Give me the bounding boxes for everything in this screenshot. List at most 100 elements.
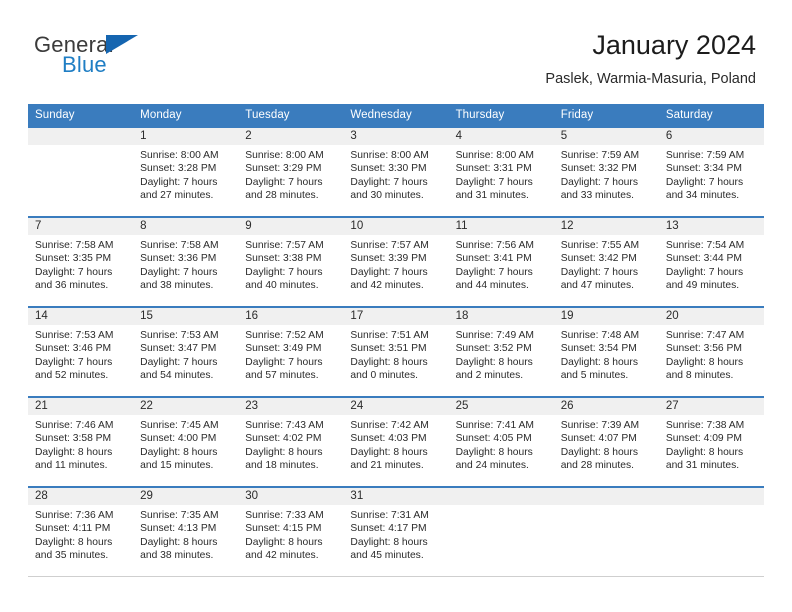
day-number (448, 488, 554, 505)
day-cell[interactable]: 9 Sunrise: 7:57 AM Sunset: 3:38 PM Dayli… (238, 216, 344, 307)
day-cell[interactable]: 30 Sunrise: 7:33 AM Sunset: 4:15 PM Dayl… (238, 486, 344, 577)
day-cell[interactable]: 26 Sunrise: 7:39 AM Sunset: 4:07 PM Dayl… (553, 396, 659, 487)
day-cell[interactable]: 15 Sunrise: 7:53 AM Sunset: 3:47 PM Dayl… (133, 306, 239, 397)
day-number: 24 (343, 398, 449, 415)
day-details: Sunrise: 8:00 AM Sunset: 3:28 PM Dayligh… (133, 145, 238, 203)
sunset-text: Sunset: 3:44 PM (665, 253, 742, 265)
day-number (553, 488, 659, 505)
daylight-text-line2: and 54 minutes. (140, 370, 214, 382)
day-cell[interactable]: 2 Sunrise: 8:00 AM Sunset: 3:29 PM Dayli… (238, 126, 344, 217)
daylight-text-line1: Daylight: 7 hours (245, 266, 323, 278)
calendar-page: General Blue January 2024 Paslek, Warmia… (0, 0, 792, 612)
day-cell[interactable]: 17 Sunrise: 7:51 AM Sunset: 3:51 PM Dayl… (343, 306, 449, 397)
sunset-text: Sunset: 3:35 PM (35, 253, 112, 265)
day-cell[interactable]: 13 Sunrise: 7:54 AM Sunset: 3:44 PM Dayl… (658, 216, 764, 307)
day-details: Sunrise: 7:48 AM Sunset: 3:54 PM Dayligh… (554, 325, 659, 383)
day-cell[interactable]: 4 Sunrise: 8:00 AM Sunset: 3:31 PM Dayli… (448, 126, 554, 217)
day-cell[interactable]: 31 Sunrise: 7:31 AM Sunset: 4:17 PM Dayl… (343, 486, 449, 577)
brand-logo[interactable]: General Blue (34, 32, 214, 80)
day-number: 5 (553, 128, 659, 145)
sunset-text: Sunset: 4:02 PM (245, 433, 322, 445)
daylight-text-line2: and 8 minutes. (665, 370, 734, 382)
daylight-text-line1: Daylight: 8 hours (35, 446, 113, 458)
day-cell[interactable]: 27 Sunrise: 7:38 AM Sunset: 4:09 PM Dayl… (658, 396, 764, 487)
daylight-text-line2: and 31 minutes. (455, 190, 529, 202)
day-details: Sunrise: 7:52 AM Sunset: 3:49 PM Dayligh… (238, 325, 343, 383)
day-cell[interactable]: 14 Sunrise: 7:53 AM Sunset: 3:46 PM Dayl… (28, 306, 134, 397)
day-cell[interactable]: 10 Sunrise: 7:57 AM Sunset: 3:39 PM Dayl… (343, 216, 449, 307)
day-cell[interactable] (448, 486, 554, 577)
day-number: 17 (343, 308, 449, 325)
sunset-text: Sunset: 3:49 PM (245, 343, 322, 355)
daylight-text-line1: Daylight: 8 hours (245, 536, 323, 548)
sunrise-text: Sunrise: 7:57 AM (350, 240, 429, 251)
day-details: Sunrise: 7:56 AM Sunset: 3:41 PM Dayligh… (449, 235, 554, 293)
daylight-text-line1: Daylight: 7 hours (140, 176, 218, 188)
sunset-text: Sunset: 3:47 PM (140, 343, 217, 355)
day-cell[interactable]: 1 Sunrise: 8:00 AM Sunset: 3:28 PM Dayli… (133, 126, 239, 217)
daylight-text-line2: and 27 minutes. (140, 190, 214, 202)
day-cell[interactable]: 24 Sunrise: 7:42 AM Sunset: 4:03 PM Dayl… (343, 396, 449, 487)
daylight-text-line1: Daylight: 7 hours (560, 176, 638, 188)
day-number: 22 (133, 398, 239, 415)
day-details: Sunrise: 7:36 AM Sunset: 4:11 PM Dayligh… (28, 505, 133, 563)
day-cell[interactable]: 29 Sunrise: 7:35 AM Sunset: 4:13 PM Dayl… (133, 486, 239, 577)
day-details (449, 505, 554, 509)
sunset-text: Sunset: 3:31 PM (455, 163, 532, 175)
sunrise-text: Sunrise: 8:00 AM (350, 150, 429, 161)
calendar-header-row: Sunday Monday Tuesday Wednesday Thursday… (28, 104, 764, 127)
day-cell[interactable]: 22 Sunrise: 7:45 AM Sunset: 4:00 PM Dayl… (133, 396, 239, 487)
daylight-text-line1: Daylight: 8 hours (560, 356, 638, 368)
daylight-text-line2: and 44 minutes. (455, 280, 529, 292)
sunrise-text: Sunrise: 7:52 AM (245, 330, 324, 341)
daylight-text-line1: Daylight: 7 hours (245, 356, 323, 368)
day-cell[interactable]: 23 Sunrise: 7:43 AM Sunset: 4:02 PM Dayl… (238, 396, 344, 487)
day-number: 23 (238, 398, 344, 415)
day-cell[interactable]: 21 Sunrise: 7:46 AM Sunset: 3:58 PM Dayl… (28, 396, 134, 487)
day-cell[interactable] (658, 486, 764, 577)
daylight-text-line2: and 36 minutes. (35, 280, 109, 292)
day-cell[interactable]: 20 Sunrise: 7:47 AM Sunset: 3:56 PM Dayl… (658, 306, 764, 397)
day-cell[interactable]: 28 Sunrise: 7:36 AM Sunset: 4:11 PM Dayl… (28, 486, 134, 577)
calendar-table: Sunday Monday Tuesday Wednesday Thursday… (28, 104, 764, 577)
sunrise-text: Sunrise: 7:41 AM (455, 420, 534, 431)
day-cell[interactable]: 3 Sunrise: 8:00 AM Sunset: 3:30 PM Dayli… (343, 126, 449, 217)
day-cell[interactable]: 6 Sunrise: 7:59 AM Sunset: 3:34 PM Dayli… (658, 126, 764, 217)
daylight-text-line1: Daylight: 8 hours (665, 446, 744, 458)
day-cell[interactable]: 25 Sunrise: 7:41 AM Sunset: 4:05 PM Dayl… (448, 396, 554, 487)
day-cell[interactable]: 16 Sunrise: 7:52 AM Sunset: 3:49 PM Dayl… (238, 306, 344, 397)
day-details: Sunrise: 8:00 AM Sunset: 3:30 PM Dayligh… (343, 145, 448, 203)
day-number (658, 488, 764, 505)
daylight-text-line2: and 40 minutes. (245, 280, 319, 292)
day-number: 16 (238, 308, 344, 325)
sunset-text: Sunset: 3:42 PM (560, 253, 637, 265)
day-cell[interactable] (28, 126, 134, 217)
daylight-text-line1: Daylight: 8 hours (455, 356, 533, 368)
sunrise-text: Sunrise: 7:55 AM (560, 240, 640, 251)
weekday-header-tuesday: Tuesday (238, 104, 344, 127)
day-cell[interactable]: 19 Sunrise: 7:48 AM Sunset: 3:54 PM Dayl… (553, 306, 659, 397)
title-block: January 2024 Paslek, Warmia-Masuria, Pol… (545, 28, 756, 90)
day-details: Sunrise: 7:31 AM Sunset: 4:17 PM Dayligh… (343, 505, 448, 563)
sunrise-text: Sunrise: 7:58 AM (35, 240, 114, 251)
day-cell[interactable]: 8 Sunrise: 7:58 AM Sunset: 3:36 PM Dayli… (133, 216, 239, 307)
day-number: 28 (28, 488, 134, 505)
sunrise-text: Sunrise: 8:00 AM (140, 150, 219, 161)
sunset-text: Sunset: 3:46 PM (35, 343, 112, 355)
sunrise-text: Sunrise: 7:31 AM (350, 510, 429, 521)
day-cell[interactable]: 12 Sunrise: 7:55 AM Sunset: 3:42 PM Dayl… (553, 216, 659, 307)
day-number: 11 (448, 218, 554, 235)
sunset-text: Sunset: 3:29 PM (245, 163, 322, 175)
daylight-text-line2: and 0 minutes. (350, 370, 418, 382)
day-details: Sunrise: 8:00 AM Sunset: 3:31 PM Dayligh… (449, 145, 554, 203)
day-cell[interactable]: 5 Sunrise: 7:59 AM Sunset: 3:32 PM Dayli… (553, 126, 659, 217)
day-cell[interactable]: 11 Sunrise: 7:56 AM Sunset: 3:41 PM Dayl… (448, 216, 554, 307)
day-cell[interactable]: 7 Sunrise: 7:58 AM Sunset: 3:35 PM Dayli… (28, 216, 134, 307)
day-details (554, 505, 659, 509)
sunset-text: Sunset: 3:39 PM (350, 253, 427, 265)
day-cell[interactable]: 18 Sunrise: 7:49 AM Sunset: 3:52 PM Dayl… (448, 306, 554, 397)
sunrise-text: Sunrise: 7:54 AM (665, 240, 745, 251)
day-cell[interactable] (553, 486, 659, 577)
sunrise-text: Sunrise: 7:33 AM (245, 510, 324, 521)
daylight-text-line2: and 21 minutes. (350, 460, 424, 472)
